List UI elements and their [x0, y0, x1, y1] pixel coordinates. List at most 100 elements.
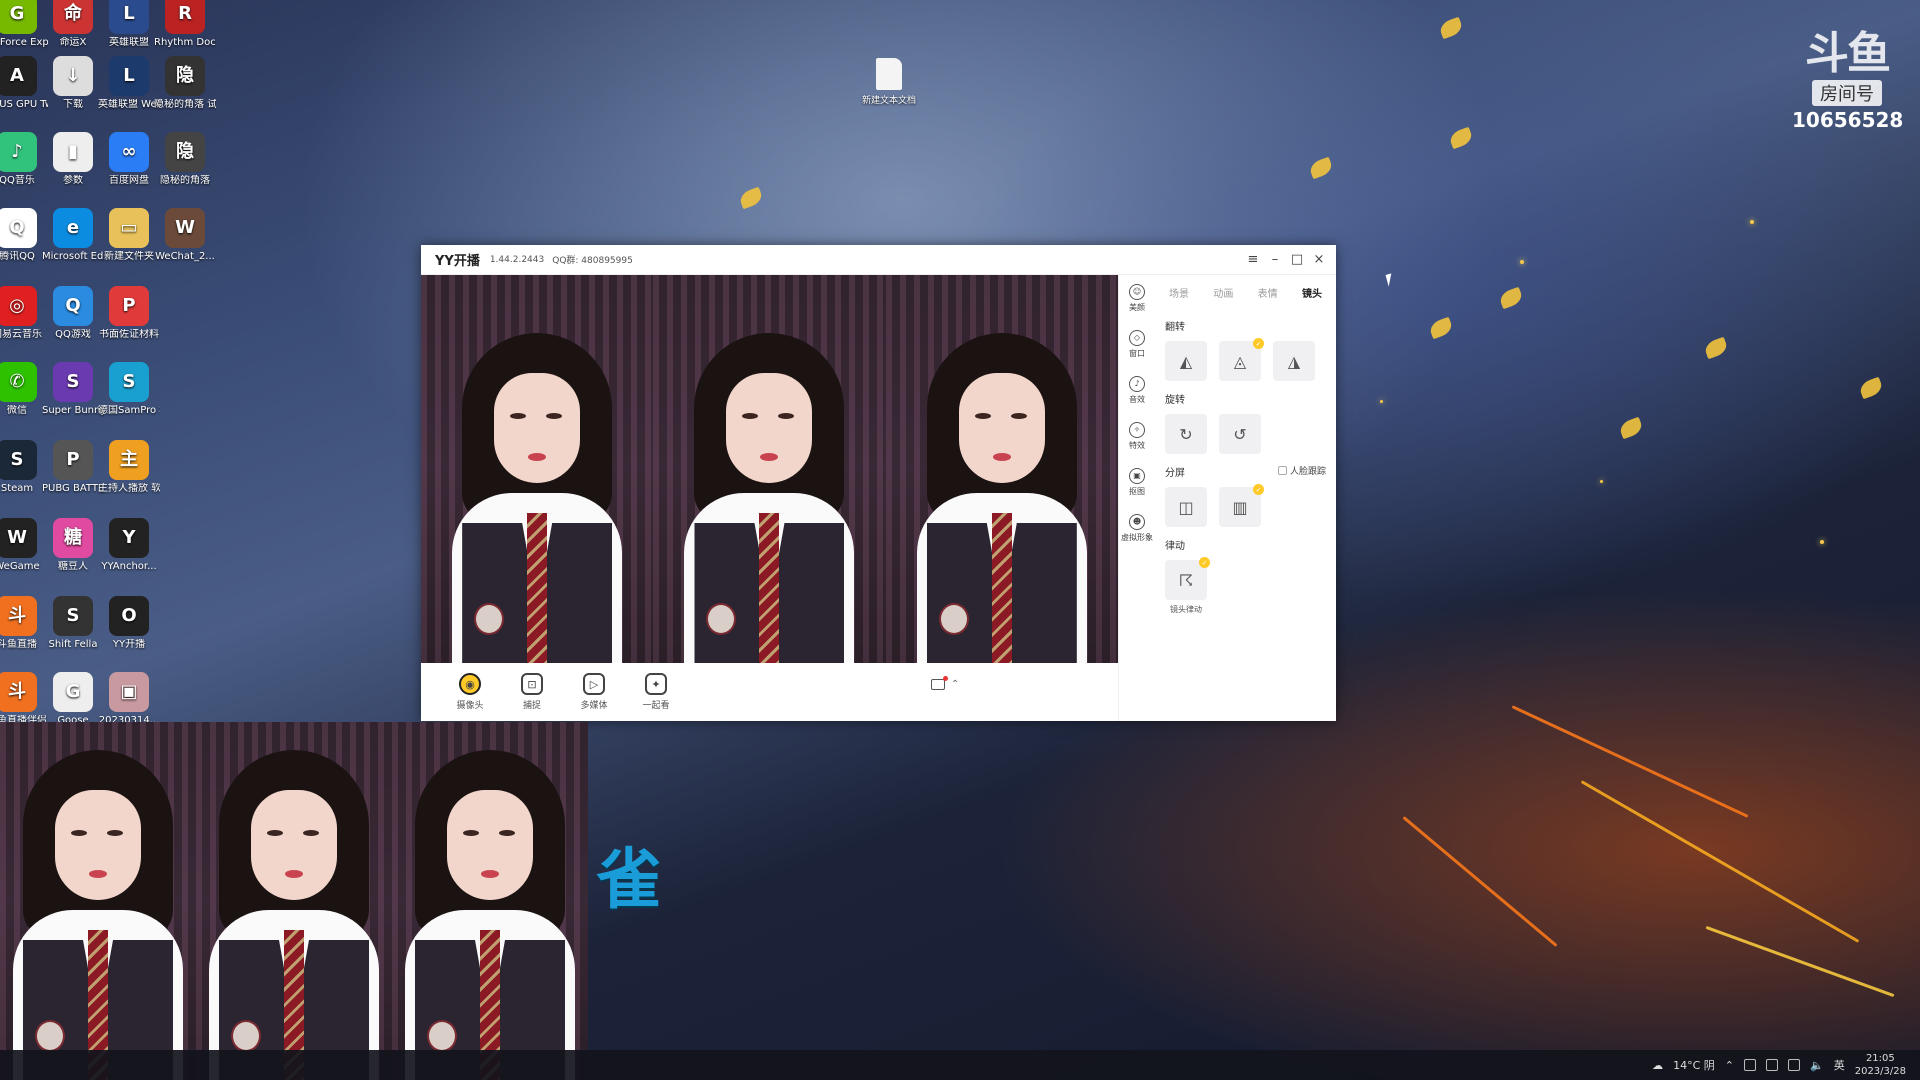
ember-streak [1402, 816, 1558, 947]
mirror-button[interactable]: ◮ [1273, 341, 1315, 381]
person-figure [916, 303, 1087, 663]
maximize-button[interactable]: □ [1288, 251, 1306, 269]
tool-cutout[interactable]: ▣ 抠图 [1119, 459, 1155, 505]
system-clock[interactable]: 21:05 2023/3/28 [1855, 1052, 1906, 1078]
desktop-icon-label: YYAnchor... [101, 561, 157, 572]
camera-toggle[interactable]: ⌃ [931, 676, 959, 690]
desktop-icon[interactable]: S 德国SamPro 机架 [98, 362, 160, 417]
desktop-icon[interactable]: L 英雄联盟 [98, 0, 160, 49]
app-icon: P [53, 440, 93, 480]
desktop-icon[interactable]: Q 腾讯QQ [0, 208, 48, 263]
desktop-icon[interactable]: ▣ 20230314... [98, 672, 160, 727]
desktop-icon[interactable]: R Rhythm Doctor 节... [154, 0, 216, 49]
flip-title: 翻转 [1165, 322, 1185, 333]
app-icon: ▣ [109, 672, 149, 712]
desktop-icon[interactable]: Y YYAnchor... [98, 518, 160, 573]
close-button[interactable]: × [1310, 251, 1328, 269]
desktop-icon[interactable]: G GeForce Experience [0, 0, 48, 49]
desktop-icon[interactable]: e Microsoft Edge [42, 208, 104, 263]
desktop-icon[interactable]: P PUBG BATTLEGR... [42, 440, 104, 495]
app-icon: e [53, 208, 93, 248]
desktop-icon-label: 腾讯QQ [0, 251, 35, 262]
desktop-icon[interactable]: P 书面佐证材料 [98, 286, 160, 341]
selected-check-icon: ✓ [1253, 338, 1264, 349]
desktop-icon[interactable]: 隐隐秘的角落 [154, 132, 216, 187]
desktop-text-file[interactable]: 新建文本文档 [854, 58, 924, 106]
volume-icon[interactable]: 🔈 [1810, 1059, 1824, 1072]
tool-beauty[interactable]: ☺ 美颜 [1119, 275, 1155, 321]
app-icon: ∞ [109, 132, 149, 172]
butterfly-decoration [1427, 316, 1455, 340]
tab-emoji[interactable]: 表情 [1258, 285, 1278, 300]
tab-animation[interactable]: 动画 [1213, 285, 1233, 300]
tab-lens[interactable]: 镜头 [1302, 285, 1322, 300]
desktop-icon[interactable]: L 英雄联盟 WeGame版 [98, 56, 160, 111]
desktop-icon-label: 网易云音乐 [0, 329, 42, 340]
desktop-icon-label: 微信 [7, 405, 27, 416]
desktop-icon[interactable]: 命命运X [42, 0, 104, 49]
split-three-button[interactable]: ▥ ✓ [1219, 484, 1264, 527]
desktop-icon[interactable]: 斗斗鱼直播伴侣 [0, 672, 48, 727]
app-icon: Y [109, 518, 149, 558]
split-two-button[interactable]: ◫ [1165, 487, 1207, 527]
desktop-icon[interactable]: W WeGame [0, 518, 48, 573]
network-icon[interactable] [1766, 1059, 1779, 1071]
desktop-icon[interactable]: A ASUS GPU Tweak II [0, 56, 48, 111]
desktop-icon[interactable]: ▮ 参数 [42, 132, 104, 187]
desktop-icon[interactable]: S Super Bunny Man [42, 362, 104, 417]
desktop-icon[interactable]: S Steam [0, 440, 48, 495]
desktop-icon[interactable]: 糖糖豆人 [42, 518, 104, 573]
app-icon: A [0, 56, 37, 96]
rotate-right-button[interactable]: ↻ [1165, 414, 1207, 454]
mic-icon[interactable] [1744, 1059, 1757, 1071]
desktop-icon-label: 命运X [59, 37, 87, 48]
camera-preview[interactable] [421, 275, 1118, 663]
desktop-icon[interactable]: 主主持人播放 软件 [98, 440, 160, 495]
window-titlebar[interactable]: YY开播 1.44.2.2443 QQ群: 480895995 ≡ – □ × [421, 245, 1336, 275]
capture-source-button[interactable]: ⊡ 捕捉 [501, 673, 563, 711]
flip-vertical-button[interactable]: ◬ ✓ [1219, 338, 1264, 381]
tab-scene[interactable]: 场景 [1169, 285, 1189, 300]
minimize-button[interactable]: – [1266, 251, 1284, 269]
camera-source-button[interactable]: ◉ 摄像头 [439, 673, 501, 711]
desktop-icon[interactable]: ▭ 新建文件夹 [98, 208, 160, 263]
desktop-icon[interactable]: ↓ 下载 [42, 56, 104, 111]
watch-together-button[interactable]: ✦ 一起看 [625, 673, 687, 711]
desktop-icon[interactable]: O YY开播 [98, 596, 160, 651]
desktop-icon[interactable]: S Shift Fella [42, 596, 104, 651]
lens-rhythm-button[interactable]: ☈ ✓ [1165, 557, 1210, 600]
tool-effects[interactable]: ✧ 特效 [1119, 413, 1155, 459]
douyu-watermark: 斗鱼 房间号 10656528 [1792, 30, 1903, 133]
desktop-icon[interactable]: 斗斗鱼直播 [0, 596, 48, 651]
flip-horizontal-button[interactable]: ◭ [1165, 341, 1207, 381]
monitor-icon[interactable] [1788, 1059, 1801, 1071]
desktop-icon[interactable]: ∞ 百度网盘 [98, 132, 160, 187]
tool-avatar[interactable]: ☻ 虚拟形象 [1119, 505, 1155, 551]
desktop-icon[interactable]: ♪ QQ音乐 [0, 132, 48, 187]
tool-sound-effect[interactable]: ♪ 音效 [1119, 367, 1155, 413]
tool-column: ☺ 美颜 ◇ 窗口 ♪ 音效 ✧ 特效 ▣ 抠图 ☻ 虚拟形象 [1118, 275, 1155, 721]
document-icon [876, 58, 902, 90]
multimedia-source-button[interactable]: ▷ 多媒体 [563, 673, 625, 711]
desktop-icon-label: 主持人播放 软件 [98, 483, 160, 494]
menu-button[interactable]: ≡ [1244, 251, 1262, 269]
desktop-icon-label: WeGame [0, 561, 40, 572]
desktop-icon[interactable]: 隐隐秘的角落 试玩版 [154, 56, 216, 111]
taskbar: ☁ 14°C 阴 ⌃ 🔈 英 21:05 2023/3/28 [0, 1050, 1920, 1080]
avatar-icon: ☻ [1129, 513, 1145, 530]
layers-icon: ◇ [1129, 329, 1145, 346]
rotate-left-button[interactable]: ↺ [1219, 414, 1261, 454]
app-version: 1.44.2.2443 [489, 254, 545, 265]
app-icon: 隐 [165, 56, 205, 96]
desktop-file-label: 新建文本文档 [861, 96, 916, 106]
face-track-checkbox[interactable]: 人脸跟踪 [1277, 464, 1326, 477]
desktop-icon[interactable]: G Goose [42, 672, 104, 727]
weather-text[interactable]: 14°C 阴 [1673, 1057, 1715, 1073]
tray-expand-icon[interactable]: ⌃ [1725, 1059, 1734, 1072]
desktop-icon[interactable]: ◎ 网易云音乐 [0, 286, 48, 341]
desktop-icon[interactable]: Q QQ游戏 [42, 286, 104, 341]
tool-window[interactable]: ◇ 窗口 [1119, 321, 1155, 367]
desktop-icon[interactable]: ✆ 微信 [0, 362, 48, 417]
desktop-icon[interactable]: W WeChat_2... [154, 208, 216, 263]
input-language[interactable]: 英 [1834, 1057, 1845, 1073]
